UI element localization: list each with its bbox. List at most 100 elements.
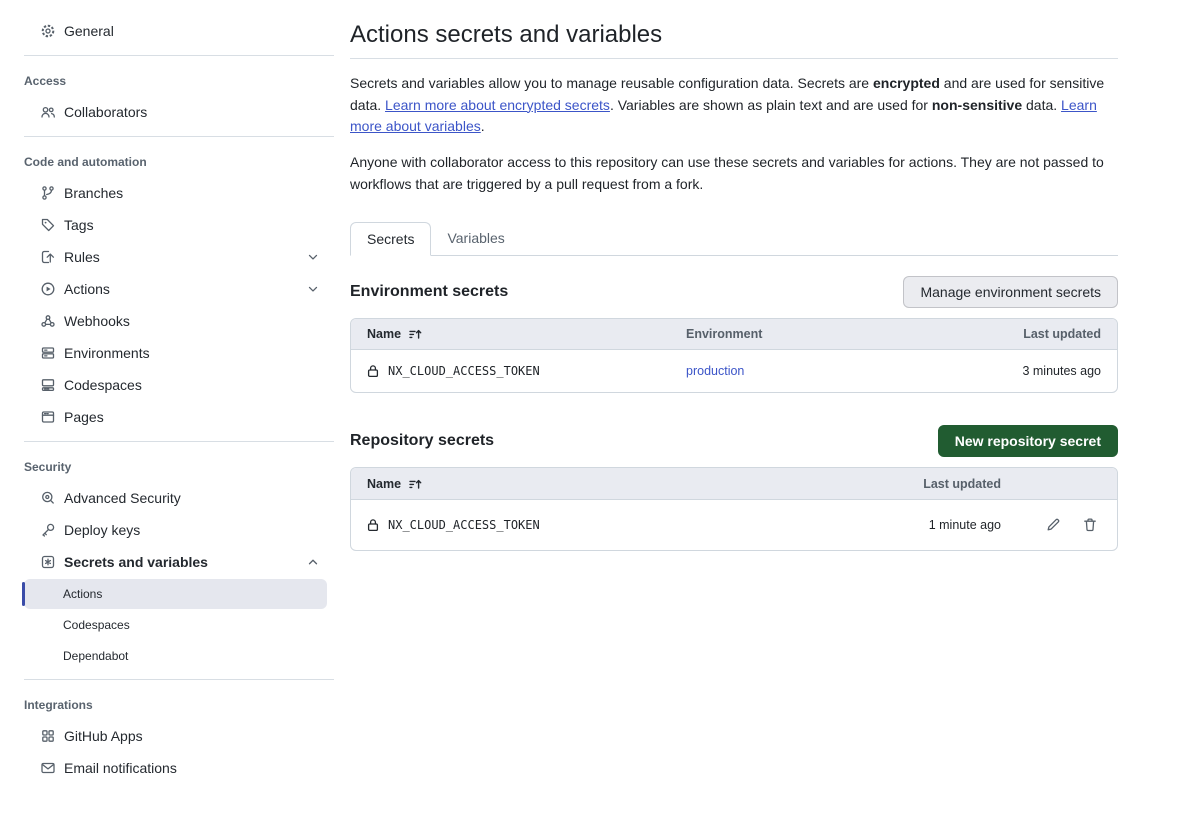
row-actions [1001,517,1101,533]
page-title: Actions secrets and variables [350,0,1118,59]
sidebar-item-collaborators[interactable]: Collaborators [0,96,334,128]
gear-icon [40,23,56,39]
sidebar-section-access: Access [0,64,334,96]
sidebar-section-integrations: Integrations [0,688,334,720]
column-header-label: Name [367,327,401,341]
codespaces-icon [40,377,56,393]
intro-bold-non-sensitive: non-sensitive [932,97,1022,113]
sidebar-item-label: Tags [64,217,94,233]
environment-secrets-header-row: Environment secrets Manage environment s… [350,276,1118,308]
intro-text-segment: data. [1022,97,1061,113]
sidebar-item-pages[interactable]: Pages [0,401,334,433]
sort-ascending-icon [408,477,422,491]
sidebar-item-email-notifications[interactable]: Email notifications [0,752,334,784]
tab-variables[interactable]: Variables [431,222,520,255]
rules-icon [40,249,56,265]
main-content: Actions secrets and variables Secrets an… [350,0,1118,784]
tag-icon [40,217,56,233]
play-circle-icon [40,281,56,297]
sidebar-section-security: Security [0,450,334,482]
secret-name: NX_CLOUD_ACCESS_TOKEN [388,364,540,378]
column-header-environment: Environment [686,327,1023,341]
sidebar-subitem-actions[interactable]: Actions [24,579,327,609]
intro-paragraph-1: Secrets and variables allow you to manag… [350,73,1118,138]
chevron-down-icon [306,282,320,296]
sidebar-item-webhooks[interactable]: Webhooks [0,305,334,337]
sidebar-divider [24,136,334,137]
sidebar-item-codespaces[interactable]: Codespaces [0,369,334,401]
apps-icon [40,728,56,744]
sidebar-item-github-apps[interactable]: GitHub Apps [0,720,334,752]
sidebar-subitem-dependabot[interactable]: Dependabot [24,641,327,671]
environment-link[interactable]: production [686,364,744,378]
sidebar-item-actions[interactable]: Actions [0,273,334,305]
webhook-icon [40,313,56,329]
last-updated-value: 3 minutes ago [1022,364,1101,378]
intro-text: Secrets and variables allow you to manag… [350,73,1118,195]
sidebar-item-advanced-security[interactable]: Advanced Security [0,482,334,514]
environment-secrets-heading: Environment secrets [350,283,508,301]
tab-secrets[interactable]: Secrets [350,222,431,256]
settings-sidebar: General Access Collaborators Code and au… [0,0,334,784]
sidebar-divider [24,441,334,442]
environment-secrets-table-header: Name Environment Last updated [351,319,1117,350]
column-header-last-updated: Last updated [923,477,1001,491]
secrets-variables-tabnav: Secrets Variables [350,222,1118,256]
sidebar-item-label: Secrets and variables [64,554,208,570]
settings-page: General Access Collaborators Code and au… [0,0,1177,784]
column-header-last-updated: Last updated [1023,327,1101,341]
column-header-name[interactable]: Name [367,327,686,341]
sidebar-item-general[interactable]: General [0,15,334,47]
sidebar-item-label: Collaborators [64,104,147,120]
sidebar-item-environments[interactable]: Environments [0,337,334,369]
repository-secrets-table: Name Last updated [350,467,1118,551]
sidebar-item-tags[interactable]: Tags [0,209,334,241]
sidebar-divider [24,55,334,56]
sidebar-item-deploy-keys[interactable]: Deploy keys [0,514,334,546]
table-row: NX_CLOUD_ACCESS_TOKEN 1 minute ago [351,500,1117,550]
sidebar-item-label: Email notifications [64,760,177,776]
secret-name-cell: NX_CLOUD_ACCESS_TOKEN [367,518,929,532]
sidebar-item-label: GitHub Apps [64,728,143,744]
sidebar-item-label: Actions [64,281,110,297]
intro-paragraph-2: Anyone with collaborator access to this … [350,152,1118,195]
last-updated-value: 1 minute ago [929,518,1001,532]
sidebar-item-label: Pages [64,409,104,425]
sidebar-subitem-label: Codespaces [63,618,130,632]
key-icon [40,522,56,538]
sidebar-item-label: Webhooks [64,313,130,329]
sidebar-item-label: Rules [64,249,100,265]
column-header-label: Name [367,477,401,491]
sidebar-section-code-automation: Code and automation [0,145,334,177]
asterisk-box-icon [40,554,56,570]
sidebar-item-secrets-and-variables[interactable]: Secrets and variables [0,546,334,578]
sidebar-item-label: Deploy keys [64,522,140,538]
mail-icon [40,760,56,776]
lock-icon [367,518,379,532]
edit-pencil-icon[interactable] [1045,517,1061,533]
repository-secrets-header-row: Repository secrets New repository secret [350,425,1118,457]
sidebar-item-label: Branches [64,185,123,201]
delete-trash-icon[interactable] [1082,517,1098,533]
environment-secrets-table: Name Environment Last updated [350,318,1118,393]
intro-text-segment: . [481,118,485,134]
sidebar-item-label: Codespaces [64,377,142,393]
sidebar-item-label: Advanced Security [64,490,181,506]
table-row: NX_CLOUD_ACCESS_TOKEN production 3 minut… [351,350,1117,392]
sidebar-subitem-codespaces[interactable]: Codespaces [24,610,327,640]
branch-icon [40,185,56,201]
intro-bold-encrypted: encrypted [873,75,940,91]
sidebar-item-label: Environments [64,345,150,361]
sidebar-item-rules[interactable]: Rules [0,241,334,273]
chevron-up-icon [306,555,320,569]
people-icon [40,104,56,120]
lock-icon [367,364,379,378]
sidebar-item-label: General [64,23,114,39]
learn-more-encrypted-secrets-link[interactable]: Learn more about encrypted secrets [385,97,610,113]
new-repository-secret-button[interactable]: New repository secret [938,425,1118,457]
sidebar-item-branches[interactable]: Branches [0,177,334,209]
sidebar-divider [24,679,334,680]
manage-environment-secrets-button[interactable]: Manage environment secrets [903,276,1118,308]
column-header-name[interactable]: Name [367,477,923,491]
chevron-down-icon [306,250,320,264]
